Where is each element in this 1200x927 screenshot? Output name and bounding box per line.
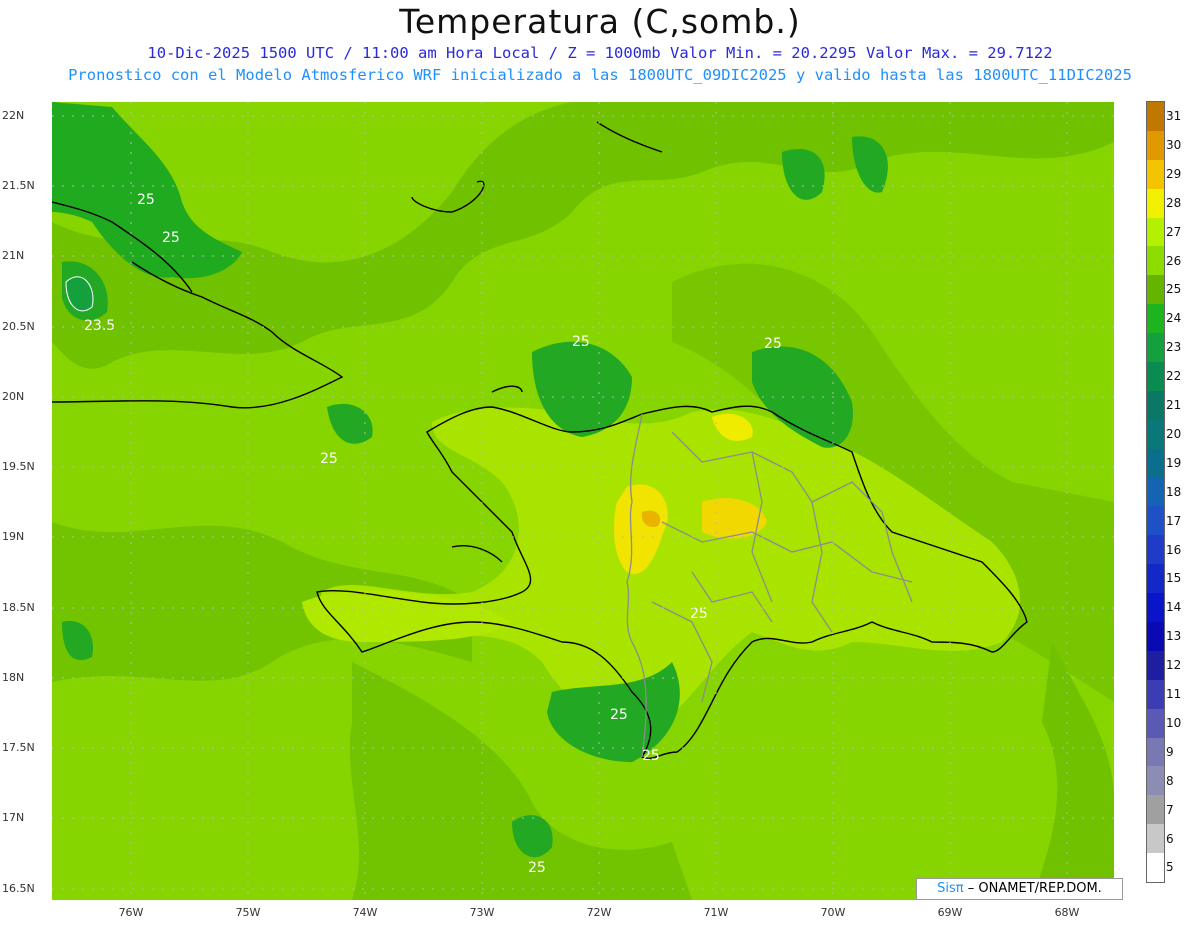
map-title: Temperatura (C,somb.) — [399, 2, 801, 41]
colorbar-label: 21 — [1166, 398, 1182, 412]
colorbar-label: 5 — [1166, 860, 1174, 875]
colorbar-label: 19 — [1166, 455, 1182, 470]
colorbar-label: 27 — [1166, 224, 1182, 239]
colorbar-label: 13 — [1166, 629, 1182, 644]
colorbar-swatch — [1147, 130, 1164, 160]
colorbar-swatch — [1147, 708, 1164, 738]
contour-label: 23.5 — [84, 318, 115, 334]
colorbar-label: 30 — [1166, 137, 1182, 152]
colorbar-swatch — [1147, 217, 1164, 247]
colorbar-label: 28 — [1166, 195, 1182, 210]
credit-brand: Sisπ — [937, 881, 964, 896]
colorbar-swatch — [1147, 853, 1164, 883]
colorbar-label: 18 — [1166, 484, 1182, 499]
colorbar-label: 11 — [1166, 687, 1182, 701]
colorbar-label: 9 — [1166, 744, 1174, 759]
model-info-subtitle: Pronostico con el Modelo Atmosferico WRF… — [68, 66, 1132, 84]
colorbar-swatch — [1147, 622, 1164, 651]
contour-label: 25 — [610, 707, 628, 723]
colorbar-swatch — [1147, 362, 1164, 391]
lat-label: 18.5N — [2, 601, 35, 614]
colorbar-swatch — [1147, 159, 1164, 189]
colorbar-label: 6 — [1166, 831, 1174, 846]
contour-label: 25 — [528, 860, 546, 876]
valid-time-subtitle: 10-Dic-2025 1500 UTC / 11:00 am Hora Loc… — [147, 44, 1053, 62]
colorbar-label: 16 — [1166, 542, 1182, 557]
contour-label: 25 — [572, 334, 590, 350]
lon-label: 71W — [703, 906, 729, 919]
colorbar-label: 8 — [1166, 773, 1174, 788]
lon-label: 69W — [937, 906, 963, 919]
colorbar-swatch — [1147, 448, 1164, 478]
colorbar-label: 10 — [1166, 715, 1182, 730]
contour-label: 25 — [137, 192, 155, 208]
colorbar-label: 12 — [1166, 658, 1182, 673]
colorbar-swatch — [1147, 506, 1164, 536]
colorbar-label: 20 — [1166, 426, 1182, 441]
colorbar-swatch — [1147, 795, 1164, 825]
lat-label: 16.5N — [2, 882, 35, 895]
contour-label: 25 — [642, 748, 660, 764]
lat-label: 20N — [2, 390, 25, 403]
credit-box: Sisπ – ONAMET/REP.DOM. — [916, 878, 1123, 900]
colorbar-swatch — [1147, 679, 1164, 709]
lat-label: 17N — [2, 811, 25, 824]
lon-label: 75W — [235, 906, 261, 919]
credit-text: – ONAMET/REP.DOM. — [967, 881, 1102, 896]
colorbar-label: 22 — [1166, 369, 1182, 384]
lat-label: 19N — [2, 530, 25, 543]
colorbar-swatch — [1147, 275, 1164, 305]
colorbar-swatch — [1147, 390, 1164, 420]
colorbar-swatch — [1147, 650, 1164, 680]
colorbar-swatch — [1147, 564, 1164, 594]
colorbar-label: 25 — [1166, 282, 1182, 297]
colorbar-label: 14 — [1166, 600, 1182, 615]
lat-label: 22N — [2, 109, 25, 122]
lon-label: 72W — [586, 906, 612, 919]
colorbar-label: 26 — [1166, 253, 1182, 268]
lat-label: 20.5N — [2, 320, 35, 333]
contour-label: 25 — [764, 336, 782, 352]
lon-label: 74W — [352, 906, 378, 919]
colorbar-label: 7 — [1166, 802, 1174, 817]
lon-label: 68W — [1054, 906, 1080, 919]
colorbar-swatch — [1147, 246, 1164, 276]
lat-label: 17.5N — [2, 741, 35, 754]
colorbar-label: 31 — [1166, 109, 1182, 123]
colorbar — [1146, 101, 1165, 884]
colorbar-swatch — [1147, 766, 1164, 796]
colorbar-label: 29 — [1166, 166, 1182, 181]
lat-label: 19.5N — [2, 460, 35, 473]
contour-label: 25 — [162, 230, 180, 246]
colorbar-swatch — [1147, 304, 1164, 334]
colorbar-label: 23 — [1166, 340, 1182, 355]
colorbar-swatch — [1147, 333, 1164, 363]
lon-label: 70W — [820, 906, 846, 919]
colorbar-swatch — [1147, 737, 1164, 767]
colorbar-swatch — [1147, 824, 1164, 854]
lon-label: 76W — [118, 906, 144, 919]
colorbar-swatch — [1147, 593, 1164, 623]
temperature-field: 25 25 23.5 25 25 25 25 25 25 25 — [52, 102, 1114, 900]
colorbar-swatch — [1147, 102, 1164, 131]
lon-label: 73W — [469, 906, 495, 919]
lat-label: 21.5N — [2, 179, 35, 192]
colorbar-label: 24 — [1166, 311, 1182, 326]
colorbar-swatch — [1147, 477, 1164, 507]
colorbar-swatch — [1147, 419, 1164, 449]
lat-label: 18N — [2, 671, 25, 684]
colorbar-swatch — [1147, 535, 1164, 565]
colorbar-label: 15 — [1166, 571, 1182, 586]
colorbar-swatch — [1147, 188, 1164, 218]
colorbar-label: 17 — [1166, 513, 1182, 528]
temperature-map: 25 25 23.5 25 25 25 25 25 25 25 — [52, 102, 1114, 900]
contour-label: 25 — [320, 451, 338, 467]
lat-label: 21N — [2, 249, 25, 262]
